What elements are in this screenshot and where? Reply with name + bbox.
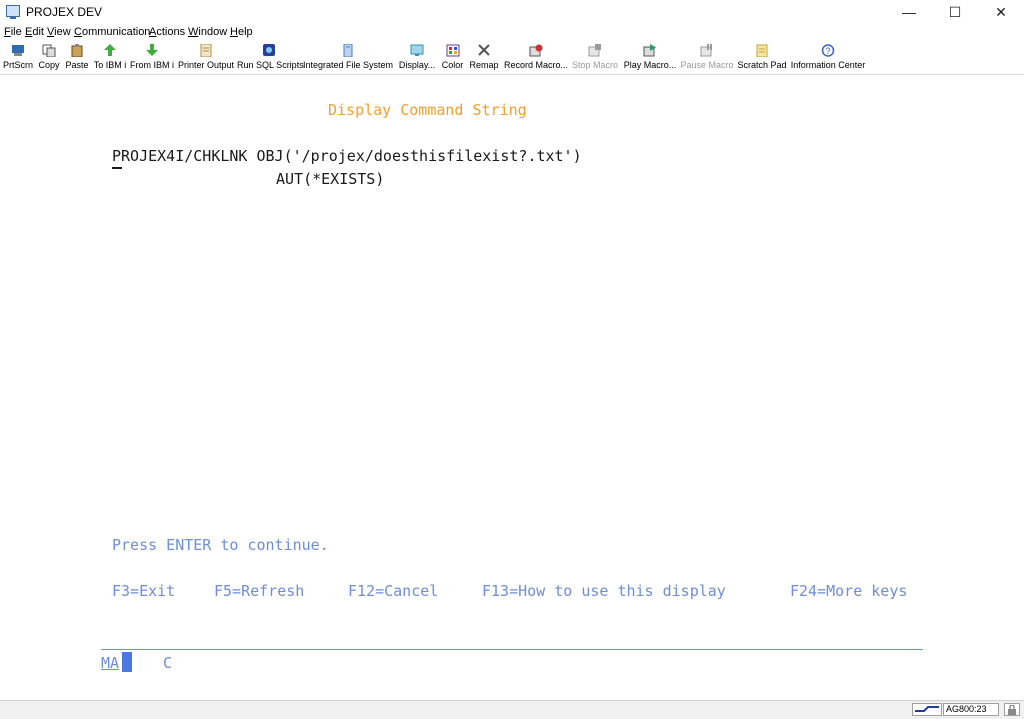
enter-prompt: Press ENTER to continue. <box>112 536 329 554</box>
maximize-button[interactable]: ☐ <box>932 0 978 24</box>
cursor-position: AG800:23 <box>943 703 999 716</box>
operator-info-separator <box>101 649 923 650</box>
sql-scripts-icon <box>262 44 276 57</box>
toolbar: PrtScrn Copy Paste To IBM i From IBM i P… <box>0 42 1024 75</box>
title-bar: PROJEX DEV — ☐ ✕ <box>0 0 1024 24</box>
integrated-file-system-button[interactable]: Integrated File System <box>303 43 393 74</box>
printer-screen-icon <box>11 44 25 57</box>
pause-macro-button[interactable]: Pause Macro <box>680 44 734 74</box>
printer-output-icon <box>199 43 213 58</box>
input-cursor <box>112 167 122 169</box>
paste-icon <box>70 44 84 58</box>
play-macro-icon <box>643 44 657 57</box>
color-button[interactable]: Color <box>440 44 465 74</box>
download-arrow-icon <box>145 44 159 57</box>
remap-button[interactable]: Remap <box>469 44 499 74</box>
app-monitor-icon[interactable] <box>6 5 20 19</box>
fkey-f24-more-keys[interactable]: F24=More keys <box>790 582 907 600</box>
scratch-pad-icon <box>755 44 769 58</box>
information-center-icon: ? <box>821 44 835 57</box>
menu-communication[interactable]: Communication <box>74 26 150 38</box>
record-macro-button[interactable]: Record Macro... <box>503 44 569 74</box>
upload-arrow-icon <box>103 44 117 57</box>
session-lock-icon <box>1004 703 1020 716</box>
run-sql-scripts-button[interactable]: Run SQL Scripts <box>237 44 304 74</box>
stop-macro-button[interactable]: Stop Macro <box>571 44 619 74</box>
printer-output-button[interactable]: Printer Output <box>177 43 235 74</box>
menu-bar: File Edit View Communication Actions Win… <box>0 24 1024 42</box>
play-macro-button[interactable]: Play Macro... <box>622 44 678 74</box>
prtscrn-button[interactable]: PrtScrn <box>2 44 34 74</box>
menu-help[interactable]: Help <box>230 26 253 38</box>
record-macro-icon <box>529 44 543 57</box>
stop-macro-icon <box>588 44 602 57</box>
paste-button[interactable]: Paste <box>64 44 90 74</box>
fkey-f12-cancel[interactable]: F12=Cancel <box>348 582 438 600</box>
display-icon <box>410 44 424 57</box>
menu-window[interactable]: Window <box>188 26 227 38</box>
scratch-pad-button[interactable]: Scratch Pad <box>737 44 787 74</box>
fkey-f3-exit[interactable]: F3=Exit <box>112 582 175 600</box>
terminal-screen[interactable]: Display Command String PROJEX4I/CHKLNK O… <box>0 75 1024 700</box>
menu-view[interactable]: View <box>47 26 71 38</box>
display-button[interactable]: Display... <box>397 44 437 74</box>
copy-icon <box>42 44 56 58</box>
menu-file[interactable]: File <box>4 26 22 38</box>
status-bar: AG800:23 <box>0 700 1024 719</box>
block-cursor <box>122 652 132 672</box>
session-indicator-icon <box>912 703 942 716</box>
minimize-button[interactable]: — <box>886 0 932 24</box>
color-palette-icon <box>446 44 460 57</box>
status-connection: C <box>163 654 173 672</box>
file-system-icon <box>341 43 355 58</box>
window-title: PROJEX DEV <box>26 5 103 19</box>
fkey-f13-help[interactable]: F13=How to use this display <box>482 582 726 600</box>
screen-title: Display Command String <box>328 101 527 119</box>
status-ma: MA <box>101 654 120 672</box>
command-string-line-2: AUT(*EXISTS) <box>276 170 385 188</box>
copy-button[interactable]: Copy <box>37 44 61 74</box>
menu-edit[interactable]: Edit <box>25 26 44 38</box>
close-button[interactable]: ✕ <box>978 0 1024 24</box>
fkey-f5-refresh[interactable]: F5=Refresh <box>214 582 304 600</box>
from-ibm-i-button[interactable]: From IBM i <box>130 44 174 74</box>
menu-actions[interactable]: Actions <box>149 26 185 38</box>
to-ibm-i-button[interactable]: To IBM i <box>93 44 127 74</box>
command-string-line-1: PROJEX4I/CHKLNK OBJ('/projex/doesthisfil… <box>112 147 582 165</box>
pause-macro-icon <box>700 44 714 57</box>
svg-text:?: ? <box>825 46 830 56</box>
remap-keyboard-icon <box>477 44 491 57</box>
information-center-button[interactable]: ? Information Center <box>790 44 866 74</box>
